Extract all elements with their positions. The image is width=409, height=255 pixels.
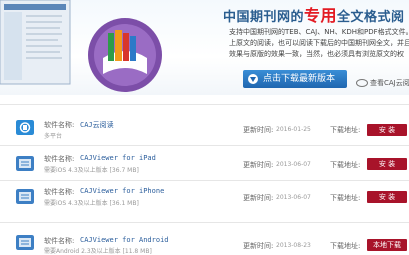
update-time-label: 更新时间: bbox=[243, 161, 274, 169]
update-time-label: 更新时间: bbox=[243, 242, 274, 250]
cajviewer-app-icon bbox=[16, 189, 34, 204]
software-platform: 多平台 bbox=[44, 133, 63, 140]
download-icon bbox=[248, 74, 258, 84]
update-date: 2013-06-07 bbox=[276, 161, 311, 168]
download-address-label: 下载地址: bbox=[330, 242, 361, 250]
intro-line: 效果与原版的效果一致，当然，也必须具有浏览原文的权 bbox=[229, 50, 404, 58]
software-name-label: 软件名称: bbox=[44, 155, 75, 163]
banner: 中国期刊网的专用全文格式阅 支持中国期刊网的TEB、CAJ、NH、KDH和PDF… bbox=[0, 0, 409, 95]
intro-text: 支持中国期刊网的TEB、CAJ、NH、KDH和PDF格式文件。可 上原文的阅读，… bbox=[229, 27, 409, 60]
software-name[interactable]: CAJViewer for iPhone bbox=[80, 187, 164, 195]
software-name-label: 软件名称: bbox=[44, 188, 75, 196]
update-date: 2016-01-25 bbox=[276, 126, 311, 133]
intro-line: 上原文的阅读，也可以阅读下载后的中国期刊网全文，并且 bbox=[229, 39, 409, 47]
download-address-label: 下载地址: bbox=[330, 126, 361, 134]
download-address-label: 下载地址: bbox=[330, 194, 361, 202]
update-date: 2013-08-23 bbox=[276, 242, 311, 249]
view-link-label: 查看CAJ云阅 bbox=[370, 79, 409, 87]
hero-illustration bbox=[0, 0, 162, 92]
software-name-label: 软件名称: bbox=[44, 121, 75, 129]
headline-prefix: 中国期刊网的 bbox=[223, 10, 305, 25]
software-name[interactable]: CAJViewer for Android bbox=[80, 236, 169, 244]
headline-suffix: 全文格式阅 bbox=[337, 10, 405, 25]
caj-cloud-app-icon bbox=[16, 120, 34, 135]
software-name-label: 软件名称: bbox=[44, 237, 75, 245]
eye-icon bbox=[356, 79, 368, 87]
install-button[interactable]: 安 装 bbox=[367, 158, 407, 170]
headline: 中国期刊网的专用全文格式阅 bbox=[223, 2, 405, 26]
local-download-button[interactable]: 本地下载 bbox=[367, 239, 407, 251]
update-date: 2013-06-07 bbox=[276, 194, 311, 201]
software-requirement: 需要Android 2.3及以上版本 [11.8 MB] bbox=[44, 248, 152, 255]
software-requirement: 需要iOS 4.3及以上版本 [36.7 MB] bbox=[44, 167, 139, 174]
software-name[interactable]: CAJ云阅读 bbox=[80, 120, 114, 130]
product-row-android: 软件名称: CAJViewer for Android 需要Android 2.… bbox=[0, 222, 409, 255]
cajviewer-app-icon bbox=[16, 235, 34, 250]
install-button[interactable]: 安 装 bbox=[367, 191, 407, 203]
download-address-label: 下载地址: bbox=[330, 161, 361, 169]
intro-line: 支持中国期刊网的TEB、CAJ、NH、KDH和PDF格式文件。可 bbox=[229, 28, 409, 36]
download-latest-button[interactable]: 点击下载最新版本 bbox=[243, 70, 347, 88]
update-time-label: 更新时间: bbox=[243, 194, 274, 202]
software-name[interactable]: CAJViewer for iPad bbox=[80, 154, 156, 162]
install-button[interactable]: 安 装 bbox=[367, 124, 407, 136]
download-latest-label: 点击下载最新版本 bbox=[263, 74, 336, 84]
update-time-label: 更新时间: bbox=[243, 126, 274, 134]
cajviewer-app-icon bbox=[16, 156, 34, 171]
software-requirement: 需要iOS 4.3及以上版本 [36.1 MB] bbox=[44, 200, 139, 207]
headline-highlight: 专用 bbox=[304, 6, 338, 25]
view-caj-cloud-link[interactable]: 查看CAJ云阅 bbox=[356, 78, 409, 88]
